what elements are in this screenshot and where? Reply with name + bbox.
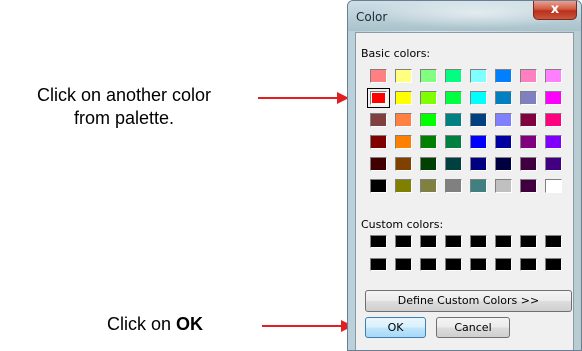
basic-color-swatch[interactable]	[370, 113, 387, 127]
basic-color-swatch[interactable]	[495, 91, 512, 105]
basic-color-swatch[interactable]	[545, 157, 562, 171]
basic-color-swatch[interactable]	[545, 179, 562, 193]
basic-color-swatch[interactable]	[495, 113, 512, 127]
basic-colors-label: Basic colors:	[361, 47, 431, 60]
palette-instruction-line1: Click on another color	[36, 85, 212, 105]
basic-color-swatch[interactable]	[520, 113, 537, 127]
ok-instruction-bold: OK	[176, 314, 204, 334]
palette-instruction: Click on another color from palette.	[0, 84, 248, 130]
basic-color-swatch[interactable]	[445, 113, 462, 127]
close-icon: x	[550, 2, 560, 17]
custom-color-swatch[interactable]	[395, 235, 412, 248]
custom-color-swatch[interactable]	[420, 258, 437, 271]
basic-color-swatch[interactable]	[420, 157, 437, 171]
basic-color-swatch[interactable]	[445, 157, 462, 171]
basic-color-swatch[interactable]	[470, 157, 487, 171]
basic-color-swatch[interactable]	[420, 179, 437, 193]
basic-color-swatch[interactable]	[470, 113, 487, 127]
close-button[interactable]: x	[533, 1, 577, 20]
basic-colors-grid	[367, 69, 562, 193]
basic-color-swatch[interactable]	[520, 91, 537, 105]
basic-color-swatch[interactable]	[520, 157, 537, 171]
basic-color-swatch[interactable]	[420, 135, 437, 149]
custom-color-swatch[interactable]	[395, 258, 412, 271]
ok-arrow-icon	[262, 320, 353, 332]
basic-color-swatch[interactable]	[520, 135, 537, 149]
basic-color-swatch[interactable]	[445, 91, 462, 105]
ok-instruction-prefix: Click on	[106, 314, 177, 334]
custom-colors-grid	[370, 235, 562, 271]
basic-color-swatch[interactable]	[495, 179, 512, 193]
ok-instruction: Click on OK	[60, 313, 250, 336]
basic-color-swatch[interactable]	[420, 69, 437, 83]
palette-instruction-line2: from palette.	[73, 108, 175, 128]
basic-color-swatch[interactable]	[495, 157, 512, 171]
custom-color-swatch[interactable]	[445, 258, 462, 271]
basic-color-swatch[interactable]	[395, 157, 412, 171]
dialog-titlebar[interactable]: Color x	[348, 1, 581, 31]
ok-button[interactable]: OK	[365, 317, 426, 338]
basic-color-swatch[interactable]	[370, 69, 387, 83]
custom-color-swatch[interactable]	[545, 258, 562, 271]
palette-arrow-icon	[258, 92, 349, 104]
custom-color-swatch[interactable]	[495, 235, 512, 248]
basic-color-swatch[interactable]	[367, 88, 390, 108]
basic-color-swatch[interactable]	[470, 69, 487, 83]
custom-color-swatch[interactable]	[445, 235, 462, 248]
basic-color-swatch[interactable]	[370, 157, 387, 171]
basic-color-swatch[interactable]	[495, 69, 512, 83]
basic-color-swatch[interactable]	[395, 179, 412, 193]
custom-color-swatch[interactable]	[520, 235, 537, 248]
custom-colors-label: Custom colors:	[361, 218, 444, 231]
custom-color-swatch[interactable]	[545, 235, 562, 248]
basic-color-swatch[interactable]	[420, 91, 437, 105]
basic-color-swatch[interactable]	[445, 179, 462, 193]
basic-color-swatch[interactable]	[545, 91, 562, 105]
custom-color-swatch[interactable]	[420, 235, 437, 248]
basic-color-swatch[interactable]	[395, 91, 412, 105]
define-custom-colors-button[interactable]: Define Custom Colors >>	[365, 290, 572, 312]
basic-color-swatch[interactable]	[445, 69, 462, 83]
custom-color-swatch[interactable]	[370, 235, 387, 248]
dialog-client-area: Basic colors: Custom colors: Define Cust…	[355, 32, 574, 350]
basic-color-swatch[interactable]	[520, 179, 537, 193]
dialog-title: Color	[356, 10, 388, 24]
basic-color-swatch[interactable]	[445, 135, 462, 149]
basic-color-swatch[interactable]	[520, 69, 537, 83]
custom-color-swatch[interactable]	[370, 258, 387, 271]
cancel-button[interactable]: Cancel	[436, 317, 510, 338]
basic-color-swatch[interactable]	[395, 113, 412, 127]
basic-color-swatch[interactable]	[370, 135, 387, 149]
basic-color-swatch[interactable]	[420, 113, 437, 127]
custom-color-swatch[interactable]	[520, 258, 537, 271]
color-dialog: Color x Basic colors: Custom colors: Def…	[347, 0, 582, 351]
basic-color-swatch[interactable]	[470, 179, 487, 193]
basic-color-swatch[interactable]	[545, 69, 562, 83]
basic-color-swatch[interactable]	[495, 135, 512, 149]
basic-color-swatch[interactable]	[545, 113, 562, 127]
basic-color-swatch[interactable]	[470, 135, 487, 149]
custom-color-swatch[interactable]	[470, 235, 487, 248]
basic-color-swatch[interactable]	[395, 135, 412, 149]
basic-color-swatch[interactable]	[470, 91, 487, 105]
basic-color-swatch[interactable]	[395, 69, 412, 83]
custom-color-swatch[interactable]	[495, 258, 512, 271]
basic-color-swatch[interactable]	[545, 135, 562, 149]
basic-color-swatch[interactable]	[370, 179, 387, 193]
custom-color-swatch[interactable]	[470, 258, 487, 271]
